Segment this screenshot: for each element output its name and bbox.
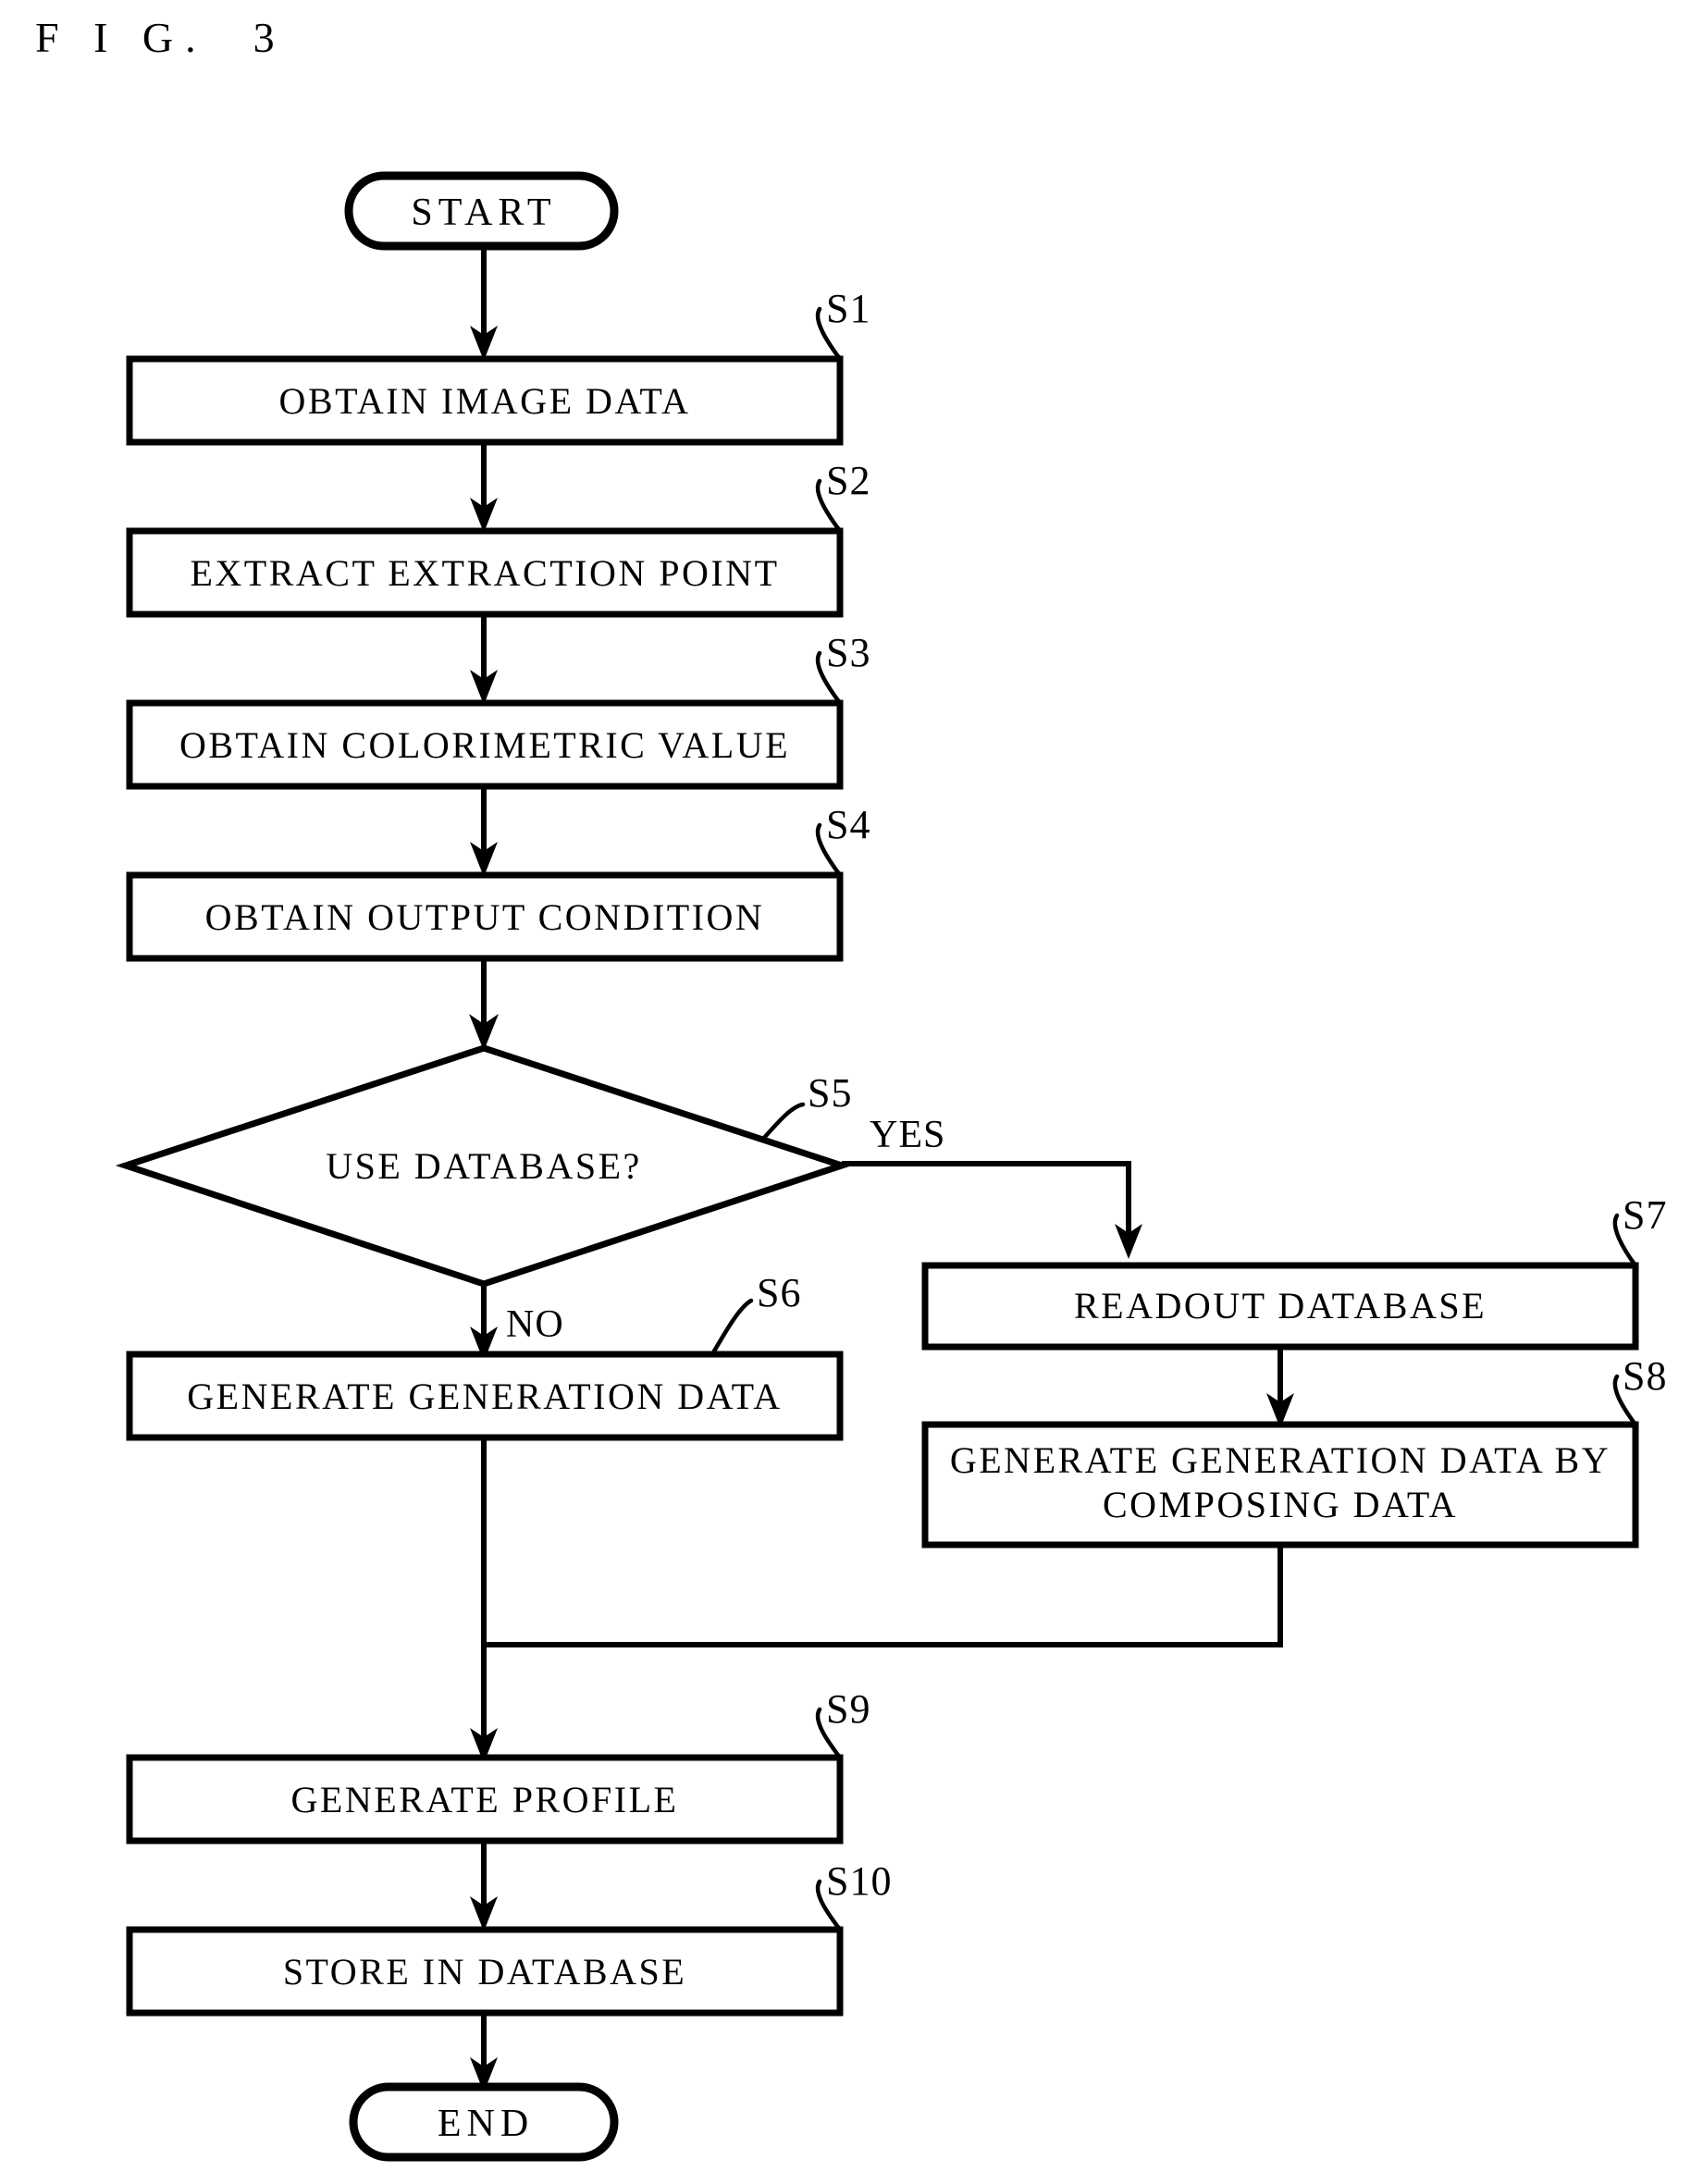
s8-label-line2: COMPOSING DATA — [1103, 1484, 1458, 1525]
node-s5: USE DATABASE? S5 — [115, 1044, 853, 1288]
node-s3: OBTAIN COLORIMETRIC VALUE S3 — [126, 630, 870, 790]
start-label: START — [411, 191, 556, 234]
node-s2: EXTRACT EXTRACTION POINT S2 — [126, 458, 870, 618]
edge-s10-to-end — [470, 2013, 498, 2092]
s10-step-label: S10 — [826, 1858, 892, 1904]
s1-label: OBTAIN IMAGE DATA — [279, 380, 691, 422]
s6-label: GENERATE GENERATION DATA — [187, 1376, 782, 1417]
s6-step-label: S6 — [757, 1270, 801, 1315]
end-label: END — [438, 2103, 534, 2145]
s7-step-label: S7 — [1623, 1192, 1667, 1238]
s9-step-label: S9 — [826, 1686, 870, 1732]
s3-step-label: S3 — [826, 630, 870, 675]
s7-label: READOUT DATABASE — [1074, 1285, 1487, 1326]
s1-step-label: S1 — [826, 286, 870, 331]
node-s10: STORE IN DATABASE S10 — [126, 1858, 892, 2017]
node-end: END — [349, 2082, 619, 2162]
node-s8: GENERATE GENERATION DATA BY COMPOSING DA… — [921, 1353, 1667, 1549]
edge-start-to-s1 — [470, 246, 498, 361]
s4-step-label: S4 — [826, 802, 870, 847]
edge-s7-to-s8 — [1266, 1347, 1294, 1428]
s8-label-line1: GENERATE GENERATION DATA BY — [950, 1439, 1611, 1481]
branch-label-no: NO — [506, 1303, 564, 1346]
s10-label: STORE IN DATABASE — [283, 1951, 686, 1993]
node-s9: GENERATE PROFILE S9 — [126, 1686, 870, 1845]
flowchart-canvas: START OBTAIN IMAGE DATA S1 EXTRACT EXTRA… — [115, 171, 1667, 2162]
figure-root: F I G. 3 START OBTAIN IMAGE DATA S1 EXTR… — [0, 0, 1691, 2184]
branch-label-yes: YES — [870, 1114, 945, 1156]
edge-s5-to-s6: NO — [470, 1284, 564, 1362]
edge-s3-to-s4 — [470, 786, 498, 877]
s8-step-label: S8 — [1623, 1353, 1667, 1399]
s2-step-label: S2 — [826, 458, 870, 503]
s3-label: OBTAIN COLORIMETRIC VALUE — [179, 724, 790, 766]
edge-s2-to-s3 — [470, 614, 498, 705]
s5-label: USE DATABASE? — [326, 1145, 642, 1187]
s4-label: OBTAIN OUTPUT CONDITION — [205, 896, 765, 938]
node-s1: OBTAIN IMAGE DATA S1 — [126, 286, 870, 446]
edge-s4-to-s5 — [469, 958, 499, 1051]
edge-s9-to-s10 — [470, 1841, 498, 1931]
s2-label: EXTRACT EXTRACTION POINT — [190, 552, 779, 594]
node-start: START — [344, 171, 619, 251]
edge-s5-to-s7: YES — [842, 1114, 1142, 1259]
node-s7: READOUT DATABASE S7 — [921, 1192, 1667, 1351]
s5-step-label: S5 — [808, 1070, 852, 1116]
node-s4: OBTAIN OUTPUT CONDITION S4 — [126, 802, 870, 962]
edge-s1-to-s2 — [470, 442, 498, 533]
s9-label: GENERATE PROFILE — [291, 1779, 679, 1820]
